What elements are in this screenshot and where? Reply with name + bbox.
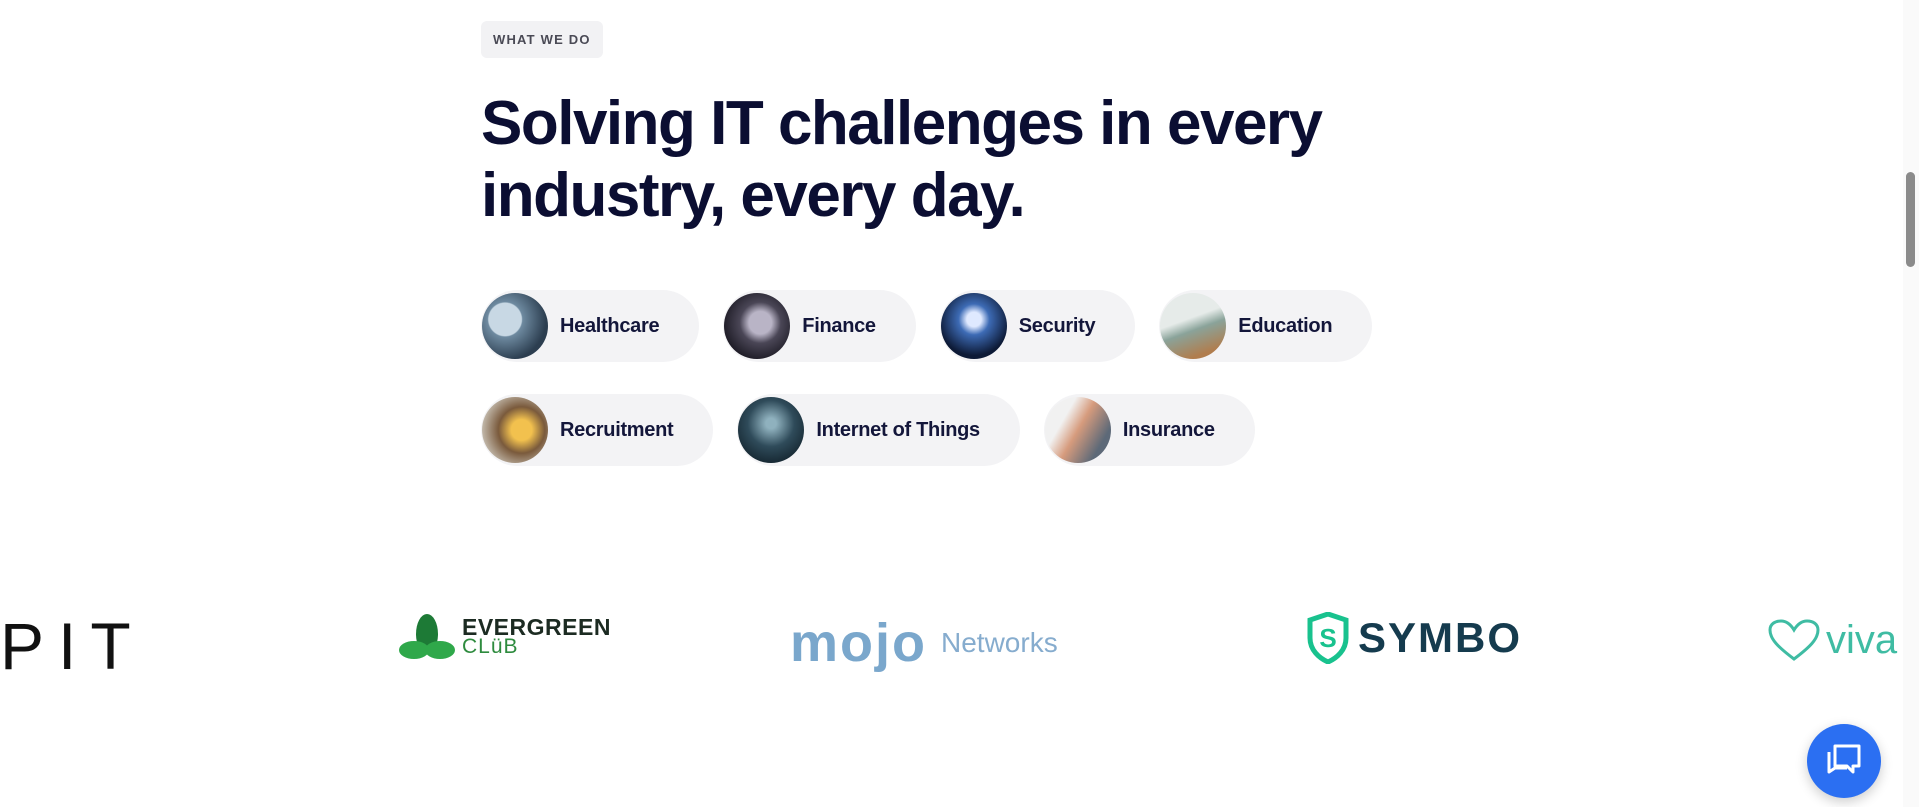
mojo-wordmark: mojo [790, 613, 927, 673]
industry-pill-education[interactable]: Education [1159, 290, 1373, 362]
industry-label: Finance [802, 314, 876, 337]
mojo-networks-text: Networks [941, 627, 1058, 658]
industry-pill-finance[interactable]: Finance [723, 290, 916, 362]
logo-evergreen-club: EVERGREEN CLüB [398, 614, 611, 660]
pit-wordmark: PIT [0, 609, 145, 683]
industry-pill-security[interactable]: Security [939, 290, 1136, 362]
section-eyebrow: WHAT WE DO [481, 21, 603, 58]
evergreen-bottom-text: CLüB [462, 635, 519, 658]
section-headline: Solving IT challenges in every industry,… [481, 89, 1323, 230]
industry-pills: Healthcare Finance Security Education Re… [481, 290, 1441, 498]
client-logo-strip: PIT EVERGREEN CLüB mojo Networks S SYMBO… [0, 600, 1919, 683]
logo-mojo-networks: mojo Networks [790, 612, 1058, 674]
chat-button[interactable] [1807, 724, 1881, 798]
industry-label: Education [1238, 314, 1333, 337]
industry-label: Recruitment [560, 418, 674, 441]
recruitment-thumbnail [482, 397, 548, 463]
industry-row-2: Recruitment Internet of Things Insurance [481, 394, 1441, 466]
scrollbar-thumb[interactable] [1906, 172, 1915, 267]
page-scrollbar[interactable] [1903, 0, 1919, 807]
leaf-icon [399, 614, 455, 659]
industry-label: Insurance [1122, 418, 1215, 441]
iot-thumbnail [738, 397, 805, 463]
shield-icon: S [1307, 612, 1349, 664]
security-thumbnail [940, 293, 1007, 359]
industry-pill-healthcare[interactable]: Healthcare [481, 290, 700, 362]
healthcare-thumbnail [482, 293, 548, 359]
industry-label: Security [1018, 314, 1096, 337]
symbo-wordmark: SYMBO [1358, 614, 1523, 661]
industry-pill-iot[interactable]: Internet of Things [737, 394, 1020, 466]
industry-pill-insurance[interactable]: Insurance [1043, 394, 1255, 466]
insurance-thumbnail [1044, 397, 1111, 463]
viva-wordmark: viva [1826, 618, 1898, 662]
education-thumbnail [1160, 293, 1227, 359]
industry-label: Healthcare [560, 314, 660, 337]
what-we-do-section: WHAT WE DO Solving IT challenges in ever… [481, 21, 1381, 232]
industry-row-1: Healthcare Finance Security Education [481, 290, 1441, 362]
logo-symbo: S SYMBO [1306, 612, 1522, 664]
chat-bubble-icon [1827, 744, 1861, 774]
finance-thumbnail [724, 293, 791, 359]
evergreen-top-text: EVERGREEN [462, 614, 611, 640]
evergreen-wordmark: EVERGREEN CLüB [462, 614, 611, 658]
industry-pill-recruitment[interactable]: Recruitment [481, 394, 714, 466]
logo-viva: viva [1768, 618, 1897, 663]
heart-icon [1768, 618, 1820, 661]
industry-label: Internet of Things [816, 418, 980, 441]
svg-text:S: S [1319, 623, 1336, 653]
logo-pit: PIT [0, 608, 145, 684]
